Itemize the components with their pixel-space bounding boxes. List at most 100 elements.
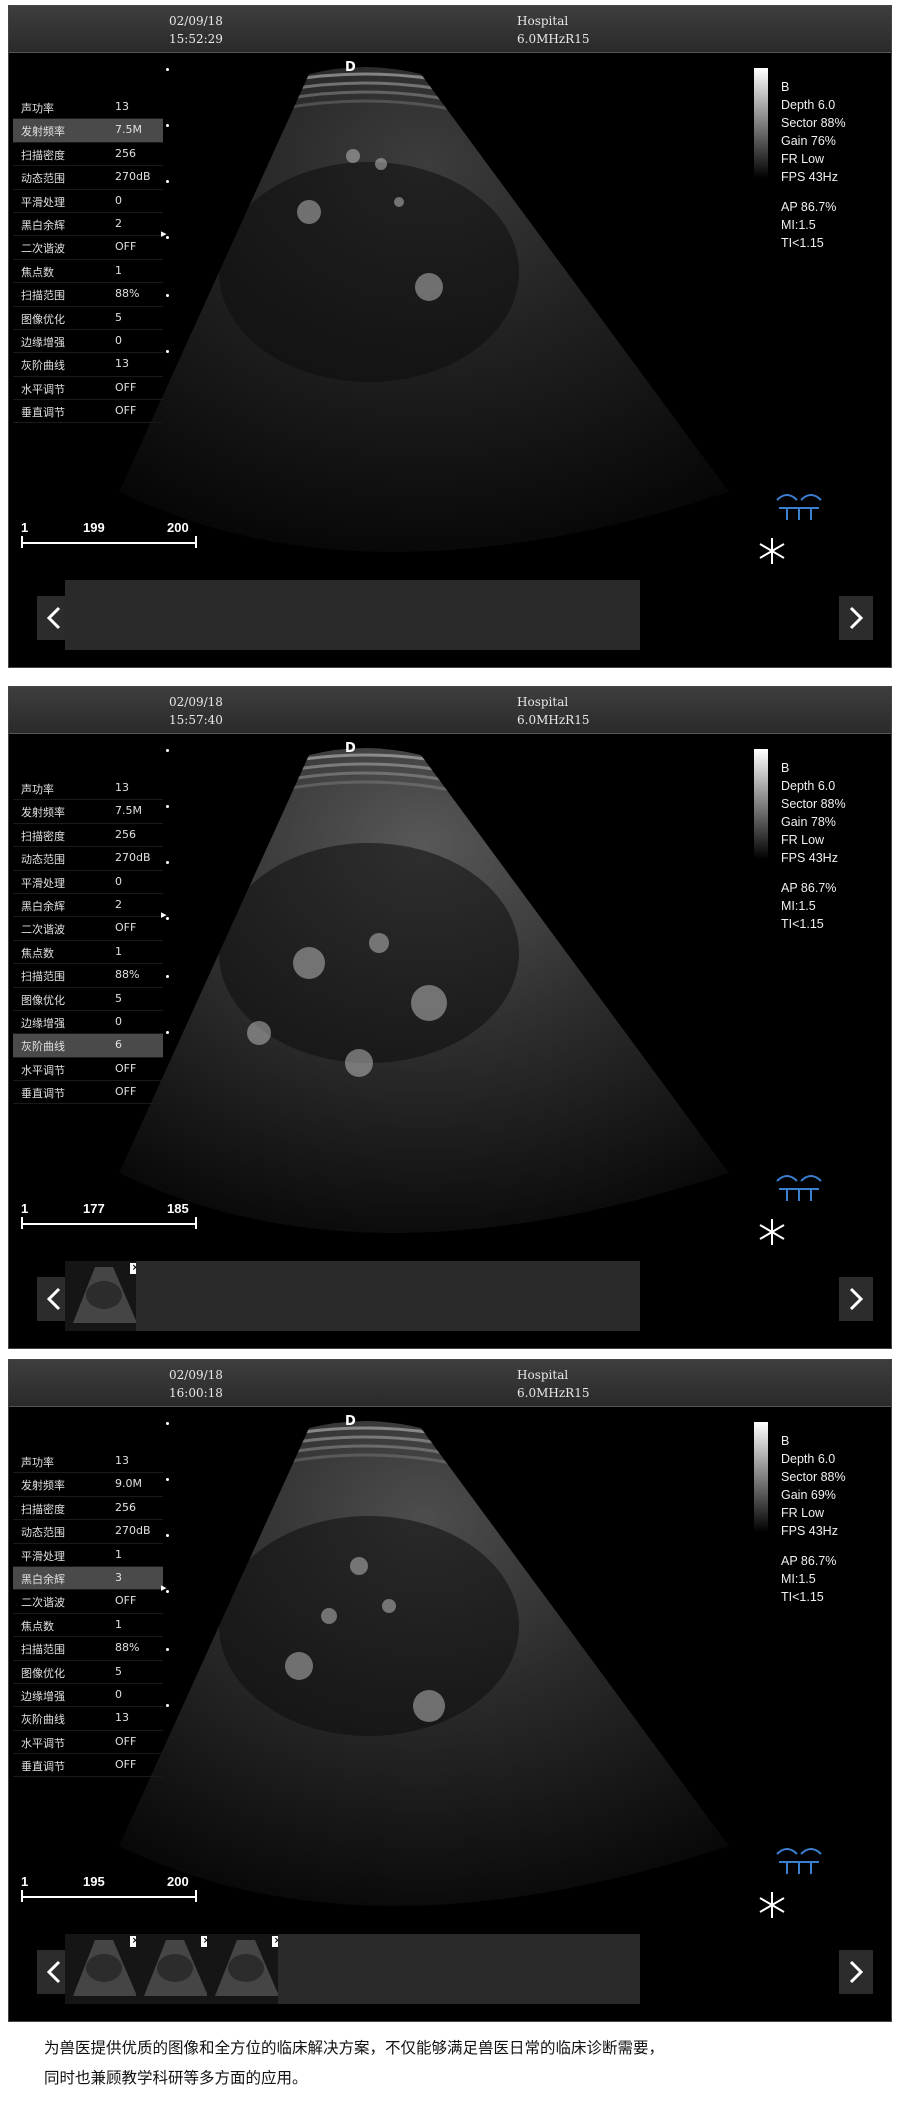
parameter-row[interactable]: 平滑处理 1 xyxy=(13,1544,163,1567)
parameter-row[interactable]: 动态范围 270dB xyxy=(13,1520,163,1544)
depth-tick xyxy=(166,124,169,127)
thumbnail-slot[interactable]: × xyxy=(136,1934,214,2004)
parameter-row[interactable]: 边缘增强 0 xyxy=(13,1011,163,1035)
parameter-label: 动态范围 xyxy=(21,1526,65,1540)
parameter-row[interactable]: 发射频率 7.5M xyxy=(13,800,163,824)
thumbnail-slot[interactable] xyxy=(491,580,569,650)
parameter-row[interactable]: 灰阶曲线 6 xyxy=(13,1034,163,1058)
info-sector: Sector 88% xyxy=(781,797,846,811)
parameter-row[interactable]: 二次谐波 OFF xyxy=(13,236,163,260)
parameter-row[interactable]: 动态范围 270dB xyxy=(13,847,163,871)
parameter-row[interactable]: 垂直调节 OFF xyxy=(13,400,163,424)
thumbnail-slot[interactable] xyxy=(420,1934,498,2004)
parameter-row[interactable]: 扫描密度 256 xyxy=(13,824,163,848)
parameter-row[interactable]: 声功率 13 xyxy=(13,96,163,120)
parameter-row[interactable]: 发射频率 9.0M xyxy=(13,1473,163,1497)
parameter-row[interactable]: 黑白余辉 2 xyxy=(13,894,163,918)
probe-frequency: 6.0MHzR15 xyxy=(517,32,590,46)
parameter-row[interactable]: 发射频率 7.5M xyxy=(13,119,163,143)
date-display: 02/09/18 xyxy=(169,14,223,28)
parameter-value: 270dB xyxy=(115,851,151,865)
info-mechanical-index: MI:1.5 xyxy=(781,218,816,232)
parameter-row[interactable]: 平滑处理 0 xyxy=(13,190,163,213)
parameter-row[interactable]: 黑白余辉 2 xyxy=(13,213,163,237)
thumbnail-slot[interactable] xyxy=(491,1934,569,2004)
parameter-row[interactable]: 边缘增强 0 xyxy=(13,1684,163,1708)
thumbnail-slot[interactable] xyxy=(349,1261,427,1331)
next-button[interactable] xyxy=(839,1277,873,1321)
parameter-row[interactable]: 声功率 13 xyxy=(13,777,163,801)
parameter-menu: 声功率 13 发射频率 7.5M 扫描密度 256 动态范围 270dB 平滑处理 0 黑白余辉 2 二… xyxy=(13,777,163,1105)
parameter-row[interactable]: 平滑处理 0 xyxy=(13,871,163,894)
parameter-row[interactable]: 图像优化 5 xyxy=(13,988,163,1011)
thumbnail-slot[interactable] xyxy=(349,1934,427,2004)
parameter-row[interactable]: 黑白余辉 3 xyxy=(13,1566,163,1591)
thumbnail-slot[interactable]: × xyxy=(65,1261,143,1331)
parameter-row[interactable]: 焦点数 1 xyxy=(13,941,163,965)
depth-tick xyxy=(166,294,169,297)
thumbnail-slot[interactable] xyxy=(207,580,285,650)
freeze-icon[interactable] xyxy=(757,536,787,566)
parameter-row[interactable]: 扫描密度 256 xyxy=(13,1497,163,1521)
thumbnail-slot[interactable] xyxy=(65,580,143,650)
thumbnail-slot[interactable] xyxy=(136,1261,214,1331)
info-depth: Depth 6.0 xyxy=(781,1452,836,1466)
probe-icon xyxy=(776,1175,822,1201)
thumbnail-slot[interactable] xyxy=(420,580,498,650)
parameter-label: 发射频率 xyxy=(21,1479,65,1493)
parameter-value: 0 xyxy=(115,1687,122,1701)
thumbnail-slot[interactable] xyxy=(278,1261,356,1331)
thumbnail-slot[interactable]: × xyxy=(65,1934,143,2004)
thumbnail-slot[interactable] xyxy=(562,1934,640,2004)
next-button[interactable] xyxy=(839,1950,873,1994)
parameter-label: 声功率 xyxy=(21,102,54,115)
thumbnail-slot[interactable] xyxy=(420,1261,498,1331)
next-button[interactable] xyxy=(839,596,873,640)
parameter-row[interactable]: 水平调节 OFF xyxy=(13,377,163,401)
thumbnail-slot[interactable] xyxy=(491,1261,569,1331)
thumbnail-slot[interactable] xyxy=(278,1934,356,2004)
thumbnail-slot[interactable] xyxy=(207,1261,285,1331)
parameter-row[interactable]: 焦点数 1 xyxy=(13,260,163,284)
parameter-label: 发射频率 xyxy=(21,125,65,139)
cine-scale[interactable]: 1 195 200 xyxy=(21,1874,197,1904)
parameter-label: 边缘增强 xyxy=(21,1689,65,1703)
parameter-row[interactable]: 扫描范围 88% xyxy=(13,1637,163,1661)
parameter-row[interactable]: 灰阶曲线 13 xyxy=(13,1707,163,1731)
parameter-row[interactable]: 垂直调节 OFF xyxy=(13,1081,163,1105)
cine-scale[interactable]: 1 199 200 xyxy=(21,520,197,550)
thumbnail-slot[interactable] xyxy=(562,580,640,650)
parameter-row[interactable]: 扫描范围 88% xyxy=(13,964,163,988)
parameter-label: 扫描密度 xyxy=(21,1502,65,1516)
depth-marker: D xyxy=(345,60,356,75)
parameter-row[interactable]: 扫描密度 256 xyxy=(13,143,163,167)
freeze-icon[interactable] xyxy=(757,1217,787,1247)
parameter-row[interactable]: 垂直调节 OFF xyxy=(13,1754,163,1778)
parameter-row[interactable]: 图像优化 5 xyxy=(13,307,163,330)
freeze-icon[interactable] xyxy=(757,1890,787,1920)
parameter-row[interactable]: 扫描范围 88% xyxy=(13,283,163,307)
probe-frequency: 6.0MHzR15 xyxy=(517,713,590,727)
parameter-row[interactable]: 声功率 13 xyxy=(13,1450,163,1474)
parameter-row[interactable]: 图像优化 5 xyxy=(13,1661,163,1684)
parameter-row[interactable]: 焦点数 1 xyxy=(13,1614,163,1638)
parameter-row[interactable]: 灰阶曲线 13 xyxy=(13,353,163,377)
parameter-value: 7.5M xyxy=(115,804,142,818)
parameter-row[interactable]: 水平调节 OFF xyxy=(13,1731,163,1755)
cine-scale[interactable]: 1 177 185 xyxy=(21,1201,197,1231)
parameter-row[interactable]: 水平调节 OFF xyxy=(13,1058,163,1082)
thumbnail-slot[interactable] xyxy=(349,580,427,650)
thumbnail-slot[interactable]: × xyxy=(207,1934,285,2004)
parameter-row[interactable]: 边缘增强 0 xyxy=(13,330,163,354)
thumbnail-slot[interactable] xyxy=(278,580,356,650)
parameter-row[interactable]: 二次谐波 OFF xyxy=(13,917,163,941)
thumbnail-slot[interactable] xyxy=(562,1261,640,1331)
info-frame-rate: FR Low xyxy=(781,833,825,847)
parameter-label: 声功率 xyxy=(21,1456,54,1469)
parameter-value: 88% xyxy=(115,968,140,982)
parameter-row[interactable]: 二次谐波 OFF xyxy=(13,1590,163,1614)
thumbnail-slot[interactable] xyxy=(136,580,214,650)
parameter-row[interactable]: 动态范围 270dB xyxy=(13,166,163,190)
cine-tick xyxy=(21,1890,23,1902)
cine-tick xyxy=(21,536,23,548)
